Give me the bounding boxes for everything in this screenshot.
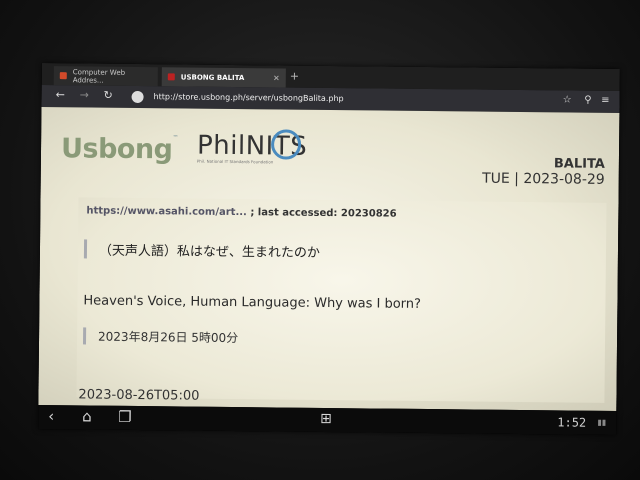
star-icon[interactable]: ☆ — [563, 94, 572, 105]
tab-label: Computer Web Addres... — [72, 67, 126, 85]
tab-label: USBONG BALITA — [180, 72, 245, 82]
system-navigation-bar: ‹ ⌂ ❐ ⊞ 1:52 ▮▮ — [38, 404, 617, 436]
iso-datetime: 2023-08-26T05:00 — [78, 387, 200, 404]
tab-computer-web-address[interactable]: Computer Web Addres... — [53, 66, 158, 87]
address-bar[interactable]: http://store.usbong.ph/server/usbongBali… — [154, 92, 344, 103]
header-right: BALITA TUE | 2023-08-29 — [482, 156, 605, 188]
apps-grid-icon[interactable]: ⊞ — [320, 411, 332, 427]
search-icon[interactable]: ⚲ — [584, 95, 591, 106]
reload-icon[interactable]: ↻ — [104, 89, 113, 102]
usbong-logo[interactable]: Usbong™ — [61, 133, 178, 165]
new-tab-button[interactable]: + — [290, 70, 299, 83]
tab-usbong-balita[interactable]: USBONG BALITA × — [161, 67, 286, 88]
web-page: Usbong™ PhilNITS Phil. National IT Stand… — [38, 106, 620, 412]
close-tab-icon[interactable]: × — [273, 73, 280, 82]
forward-arrow-icon[interactable]: → — [80, 88, 89, 101]
philnits-logo[interactable]: PhilNITS Phil. National IT Standards Fou… — [197, 129, 307, 165]
source-link[interactable]: https://www.asahi.com/art... — [86, 205, 247, 218]
japanese-date: 2023年8月26日 5時00分 — [82, 327, 239, 347]
status-clock: 1:52 — [557, 415, 587, 430]
tablet-screen: Computer Web Addres... USBONG BALITA × +… — [38, 62, 620, 436]
signal-icon: ▮▮ — [597, 417, 607, 427]
globe-icon — [131, 90, 144, 104]
english-title: Heaven's Voice, Human Language: Why was … — [83, 293, 422, 312]
article-source: https://www.asahi.com/art... ; last acce… — [86, 205, 396, 219]
favicon-icon — [167, 73, 175, 81]
article-panel: https://www.asahi.com/art... ; last acce… — [76, 197, 607, 403]
favicon-icon — [59, 72, 67, 80]
recent-apps-icon[interactable]: ❐ — [118, 408, 132, 426]
menu-icon[interactable]: ≡ — [601, 95, 610, 106]
home-icon[interactable]: ⌂ — [82, 407, 92, 425]
japanese-title: （天声人語）私はなぜ、生まれたのか — [83, 239, 321, 261]
back-icon[interactable]: ‹ — [48, 407, 54, 425]
back-arrow-icon[interactable]: ← — [56, 88, 65, 101]
page-date: TUE | 2023-08-29 — [482, 170, 605, 188]
philnits-ring-icon — [270, 129, 302, 160]
source-accessed: ; last accessed: 20230826 — [246, 207, 397, 220]
tablet-device: Computer Web Addres... USBONG BALITA × +… — [0, 0, 640, 480]
page-title: BALITA — [553, 156, 605, 172]
